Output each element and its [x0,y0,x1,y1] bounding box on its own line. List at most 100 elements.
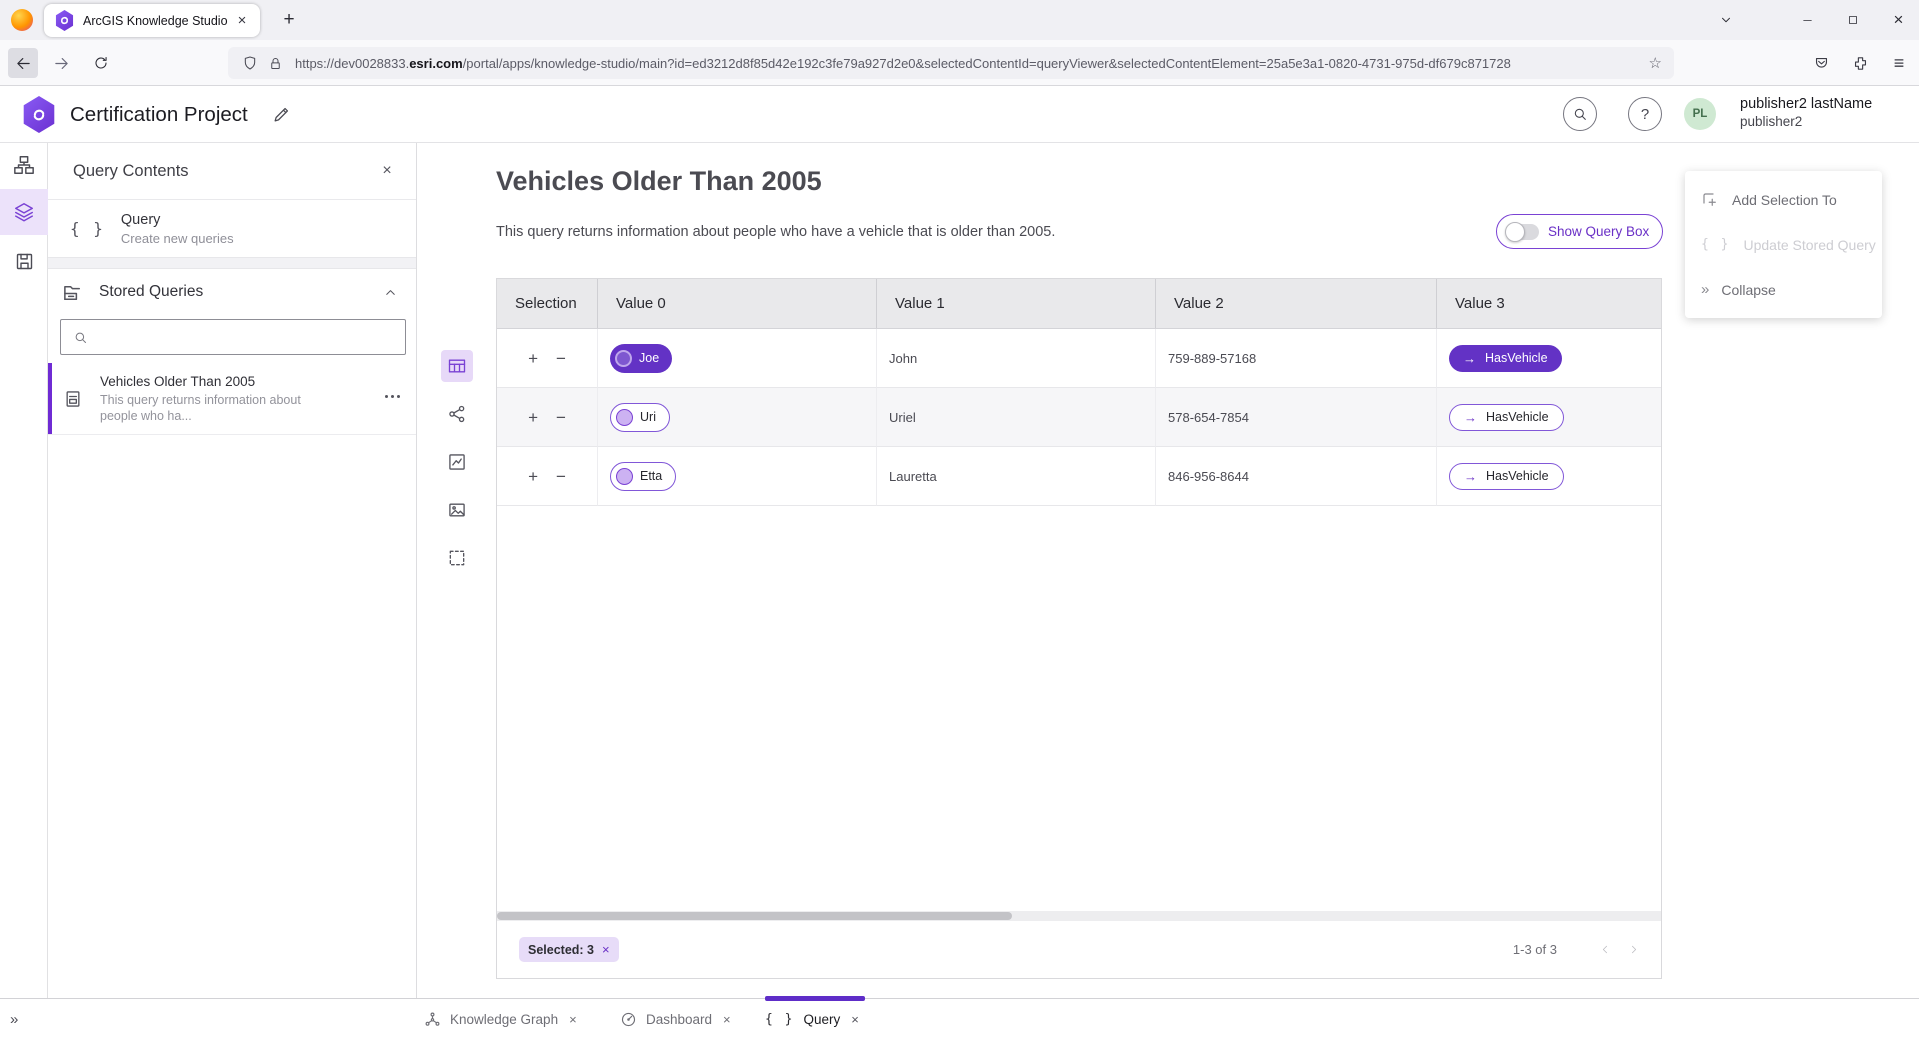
browser-tab[interactable]: ArcGIS Knowledge Studio × [44,4,260,37]
left-rail [0,143,48,998]
pocket-icon[interactable] [1806,48,1836,78]
edit-title-icon[interactable] [268,101,294,127]
list-tabs-icon[interactable] [1706,0,1746,40]
selection-element-icon[interactable] [441,542,473,574]
arcgis-favicon-icon [55,10,74,31]
table-row[interactable]: + − Uri Uriel 578-654-7854 →HasVehicle [497,388,1661,447]
dashboard-icon [620,1011,637,1028]
tab-close-icon[interactable]: × [569,1012,577,1027]
clear-selection-icon[interactable]: × [602,942,610,957]
chevron-up-icon[interactable] [383,285,398,300]
browser-tab-strip: ArcGIS Knowledge Studio × + × [0,0,1919,40]
layers-icon[interactable] [0,189,48,235]
stored-queries-title: Stored Queries [99,283,383,301]
table-element-icon[interactable] [441,350,473,382]
reload-button[interactable] [86,48,116,78]
panel-close-icon[interactable]: × [376,160,398,182]
window-close-icon[interactable]: × [1878,0,1919,40]
avatar[interactable]: PL [1684,98,1716,130]
table-footer: Selected: 3 × 1-3 of 3 [497,921,1661,978]
lock-icon[interactable] [268,56,283,71]
shield-icon[interactable] [242,55,258,71]
edge-pill[interactable]: →HasVehicle [1449,345,1562,372]
expand-panel-icon[interactable]: » [10,999,17,1038]
arrow-right-icon: → [1464,410,1477,425]
help-button[interactable]: ? [1628,97,1662,131]
url-bar[interactable]: https://dev0028833.esri.com/portal/apps/… [228,47,1674,79]
query-results-table: Selection Value 0 Value 1 Value 2 Value … [496,278,1662,979]
prev-page-icon[interactable] [1591,936,1619,964]
query-braces-icon: { } [765,1012,794,1027]
edge-pill[interactable]: →HasVehicle [1449,404,1564,431]
horizontal-scrollbar[interactable] [497,911,1661,921]
arrow-right-icon: → [1464,469,1477,484]
url-text: https://dev0028833.esri.com/portal/apps/… [295,56,1641,71]
header-search-button[interactable] [1563,97,1597,131]
add-selection-icon[interactable]: + [528,350,538,367]
table-row[interactable]: + − Joe John 759-889-57168 →HasVehicle [497,329,1661,388]
remove-selection-icon[interactable]: − [556,409,566,426]
forward-button[interactable] [46,48,76,78]
hierarchy-icon[interactable] [0,142,48,188]
stored-queries-header[interactable]: Stored Queries [48,269,416,315]
column-header-selection[interactable]: Selection [497,279,598,328]
toggle-track [1507,224,1539,240]
query-create-item[interactable]: { } Query Create new queries [48,200,416,257]
add-selection-icon[interactable]: + [528,409,538,426]
node-dot-icon [615,350,632,367]
column-header-value0[interactable]: Value 0 [598,279,877,328]
tab-close-icon[interactable]: × [232,11,252,31]
edge-pill[interactable]: →HasVehicle [1449,463,1564,490]
add-selection-icon[interactable]: + [528,468,538,485]
scrollbar-thumb[interactable] [497,912,1012,920]
app-header: Certification Project ? PL publisher2 la… [0,86,1919,143]
show-query-box-toggle[interactable]: Show Query Box [1496,214,1663,249]
stored-query-doc-icon [63,389,83,409]
new-tab-button[interactable]: + [276,7,302,33]
node-pill[interactable]: Etta [610,462,676,491]
page-description: This query returns information about peo… [496,224,1055,240]
pagination: 1-3 of 3 [1513,936,1647,964]
map-element-icon[interactable] [441,494,473,526]
search-input[interactable] [96,330,405,345]
column-header-value2[interactable]: Value 2 [1156,279,1437,328]
stored-query-title: Vehicles Older Than 2005 [100,374,328,389]
tab-close-icon[interactable]: × [723,1012,731,1027]
selected-count-chip[interactable]: Selected: 3 × [519,937,619,962]
stored-queries-search[interactable] [60,319,406,355]
next-page-icon[interactable] [1619,936,1647,964]
menu-item-add-selection-to[interactable]: Add Selection To [1685,177,1882,222]
maximize-icon[interactable] [1832,0,1874,40]
minimize-icon[interactable] [1786,0,1828,40]
node-dot-icon [616,468,633,485]
menu-item-collapse[interactable]: » Collapse [1685,267,1882,312]
tab-knowledge-graph[interactable]: Knowledge Graph × [424,999,577,1038]
remove-selection-icon[interactable]: − [556,468,566,485]
column-header-value3[interactable]: Value 3 [1437,279,1661,328]
node-pill[interactable]: Uri [610,403,670,432]
user-role: publisher2 [1740,113,1872,130]
save-icon[interactable] [0,238,48,284]
link-chart-element-icon[interactable] [441,398,473,430]
menu-item-update-stored-query[interactable]: { } Update Stored Query [1685,222,1882,267]
tab-dashboard[interactable]: Dashboard × [620,999,731,1038]
firefox-icon[interactable] [11,9,33,31]
node-pill[interactable]: Joe [610,344,672,373]
user-info[interactable]: publisher2 lastName publisher2 [1740,96,1872,130]
item-options-icon[interactable] [385,395,400,398]
stored-query-item[interactable]: Vehicles Older Than 2005 This query retu… [48,363,416,435]
chart-element-icon[interactable] [441,446,473,478]
node-dot-icon [616,409,633,426]
tab-close-icon[interactable]: × [851,1012,859,1027]
back-button[interactable] [8,48,38,78]
extensions-icon[interactable] [1845,48,1875,78]
table-row[interactable]: + − Etta Lauretta 846-956-8644 →HasVehic… [497,447,1661,506]
knowledge-graph-icon [424,1011,441,1028]
query-item-subtitle: Create new queries [121,231,234,246]
column-header-value1[interactable]: Value 1 [877,279,1156,328]
hamburger-menu-icon[interactable]: ≡ [1884,48,1914,78]
page-range: 1-3 of 3 [1513,942,1557,957]
bookmark-star-icon[interactable]: ☆ [1649,54,1662,72]
remove-selection-icon[interactable]: − [556,350,566,367]
tab-query[interactable]: { } Query × [765,999,859,1038]
